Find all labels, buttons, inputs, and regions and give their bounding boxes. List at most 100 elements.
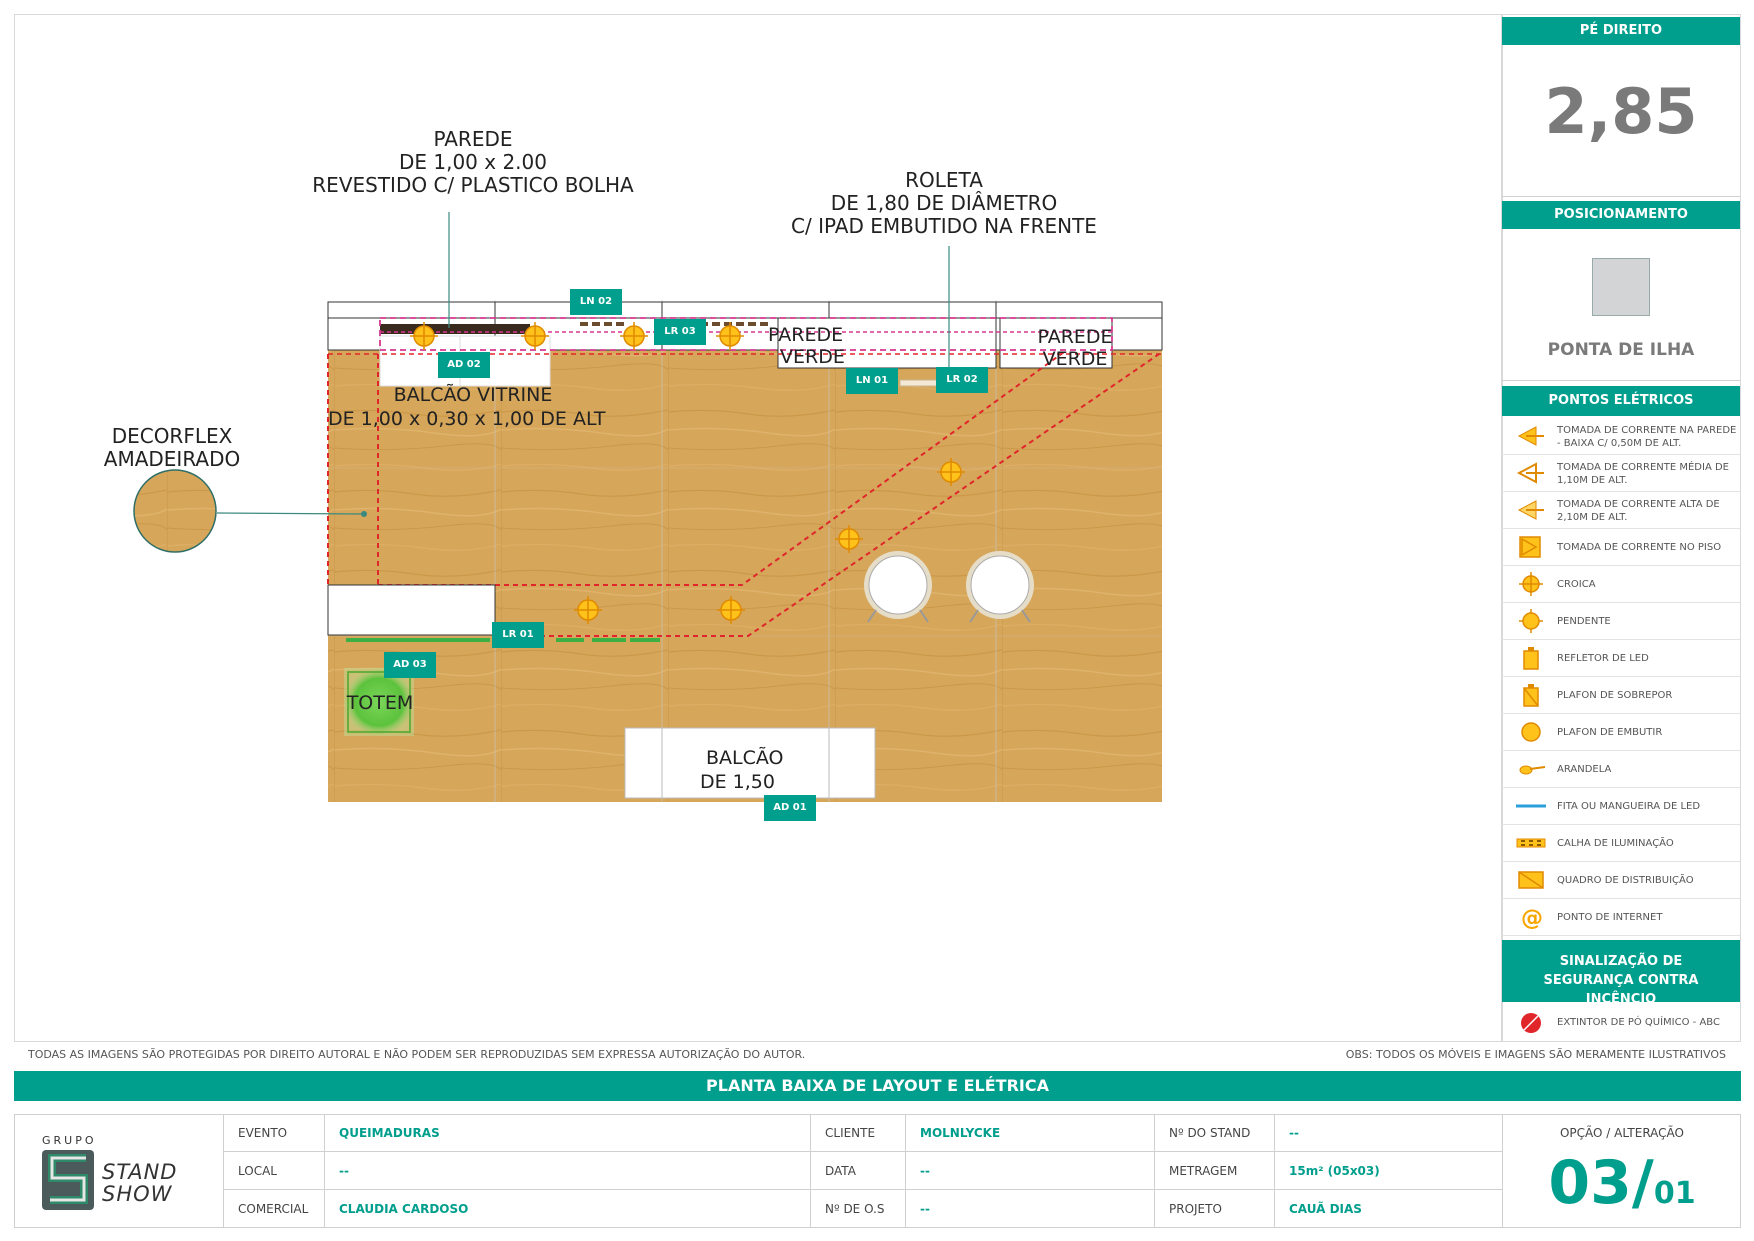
tag-lr02: LR 02	[936, 367, 988, 393]
tag-ln02: LN 02	[570, 289, 622, 315]
stand-label: Nº DO STAND	[1169, 1125, 1251, 1140]
logo-mark-icon	[42, 1150, 94, 1210]
legend-row: QUADRO DE DISTRIBUIÇÃO	[1502, 862, 1740, 899]
decorflex-callout-line-1: DECORFLEX	[111, 424, 233, 448]
legend-label: PENDENTE	[1557, 616, 1611, 627]
local-value: --	[339, 1163, 349, 1178]
legend-label: TOMADA DE CORRENTE NO PISO	[1557, 542, 1722, 553]
parede-verde-1-line-1: PAREDE	[768, 324, 844, 346]
local-label: LOCAL	[238, 1163, 277, 1178]
decorflex-callout-line-2: AMADEIRADO	[103, 447, 241, 471]
copyright-note: TODAS AS IMAGENS SÃO PROTEGIDAS POR DIRE…	[28, 1048, 806, 1061]
legend-row: PLAFON DE SOBREPOR	[1502, 677, 1740, 714]
floor-plan	[133, 212, 1163, 802]
legend-row: CALHA DE ILUMINAÇÃO	[1502, 825, 1740, 862]
totem-label: TOTEM	[346, 692, 414, 714]
roleta-callout-line-2: DE 1,80 DE DIÂMETRO	[830, 191, 1058, 215]
logo-grupo: GRUPO	[42, 1134, 97, 1147]
parede-verde-2-line-2: VERDE	[1042, 348, 1108, 370]
pe-direito-value: 2,85	[1544, 75, 1698, 148]
legend-row: TOMADA DE CORRENTE ALTA DE 2,10M DE ALT.	[1502, 492, 1740, 529]
recessed-plafon-icon	[1521, 722, 1541, 742]
sidebar-divider	[1502, 196, 1740, 197]
cliente-value: MOLNLYCKE	[920, 1125, 1001, 1140]
decorflex-callout: DECORFLEX AMADEIRADO	[72, 425, 272, 471]
page-title: PLANTA BAIXA DE LAYOUT E ELÉTRICA	[14, 1071, 1741, 1101]
legend-label: ARANDELA	[1557, 764, 1612, 775]
tag-ln01: LN 01	[846, 368, 898, 394]
distribution-board-icon	[1518, 871, 1544, 889]
safety-label: EXTINTOR DE PÓ QUÍMICO - ABC	[1557, 1017, 1720, 1028]
led-strip-icon	[1516, 804, 1546, 808]
cliente-label: CLIENTE	[825, 1125, 876, 1140]
balcao-line-2: DE 1,50	[700, 771, 775, 793]
pe-direito-header: PÉ DIREITO	[1502, 17, 1740, 45]
legend-label: TOMADA DE CORRENTE NA PAREDE - BAIXA C/ …	[1557, 424, 1737, 449]
legend-row: TOMADA DE CORRENTE MÉDIA DE 1,10M DE ALT…	[1502, 455, 1740, 492]
legend-row: FITA OU MANGUEIRA DE LED	[1502, 788, 1740, 825]
data-value: --	[920, 1163, 930, 1178]
balcao-vitrine-line-1: BALCÃO VITRINE	[393, 384, 553, 406]
metragem-value: 15m² (05x03)	[1289, 1163, 1380, 1178]
lighting-rail-icon	[1516, 838, 1546, 848]
legend-label: TOMADA DE CORRENTE MÉDIA DE 1,10M DE ALT…	[1557, 461, 1729, 486]
stand-value: --	[1289, 1125, 1299, 1140]
wall-outlet-high-icon	[1517, 500, 1544, 520]
tag-ad02: AD 02	[438, 352, 490, 378]
parede-callout: PAREDE DE 1,00 x 2.00 REVESTIDO C/ PLAST…	[263, 128, 683, 197]
tag-lr03: LR 03	[654, 319, 706, 345]
posicionamento-header: POSICIONAMENTO	[1502, 201, 1740, 229]
legend-row: TOMADA DE CORRENTE NA PAREDE - BAIXA C/ …	[1502, 418, 1740, 455]
balcao-vitrine-line-2: DE 1,00 x 0,30 x 1,00 DE ALT	[328, 408, 606, 430]
parede-verde-label-2: PAREDE VERDE	[1025, 326, 1125, 370]
decorflex-swatch	[133, 469, 217, 553]
tag-lr01: LR 01	[492, 622, 544, 648]
surface-plafon-icon	[1523, 684, 1539, 707]
position-square-icon	[1592, 258, 1650, 316]
roleta-callout: ROLETA DE 1,80 DE DIÂMETRO C/ IPAD EMBUT…	[744, 169, 1144, 238]
legend-label: PLAFON DE SOBREPOR	[1557, 690, 1673, 701]
parede-verde-1-line-2: VERDE	[780, 346, 845, 368]
tag-ad03: AD 03	[384, 652, 436, 678]
roleta-callout-line-1: ROLETA	[905, 168, 983, 192]
legend-row: TOMADA DE CORRENTE NO PISO	[1502, 529, 1740, 566]
wall-outlet-low-icon	[1517, 426, 1544, 446]
balcao-line-1: BALCÃO	[706, 747, 784, 769]
projeto-value: CAUÃ DIAS	[1289, 1201, 1362, 1216]
led-reflector-icon	[1523, 647, 1539, 670]
evento-label: EVENTO	[238, 1125, 288, 1140]
safety-row: EXTINTOR DE PÓ QUÍMICO - ABC	[1502, 1004, 1740, 1041]
legend-label: REFLETOR DE LED	[1557, 653, 1649, 664]
comercial-value: CLAUDIA CARDOSO	[339, 1201, 469, 1216]
fire-extinguisher-icon	[1521, 1013, 1541, 1033]
legend-label: PLAFON DE EMBUTIR	[1557, 727, 1663, 738]
metragem-label: METRAGEM	[1169, 1163, 1238, 1178]
legend-row: PLAFON DE EMBUTIR	[1502, 714, 1740, 751]
wall-outlet-mid-icon	[1516, 462, 1544, 484]
roleta-callout-line-3: C/ IPAD EMBUTIDO NA FRENTE	[791, 214, 1097, 238]
parede-callout-line-1: PAREDE	[433, 127, 513, 151]
evento-value: QUEIMADURAS	[339, 1125, 440, 1140]
floor-outlet-icon	[1519, 536, 1541, 558]
parede-callout-line-3: REVESTIDO C/ PLASTICO BOLHA	[312, 173, 634, 197]
croica-icon	[1519, 572, 1543, 596]
legend-row: REFLETOR DE LED	[1502, 640, 1740, 677]
os-label: Nº DE O.S	[825, 1201, 885, 1216]
legend-label: CALHA DE ILUMINAÇÃO	[1557, 838, 1674, 849]
obs-note: OBS: TODOS OS MÓVEIS E IMAGENS SÃO MERAM…	[1345, 1048, 1726, 1061]
data-label: DATA	[825, 1163, 856, 1178]
legend-label: FITA OU MANGUEIRA DE LED	[1557, 801, 1701, 812]
parede-verde-label-1: PAREDE VERDE	[768, 324, 868, 368]
logo-show: SHOW	[102, 1182, 173, 1206]
legend-row: @ PONTO DE INTERNET	[1502, 899, 1740, 936]
opcao-value-box: 03/01	[1503, 1148, 1741, 1218]
pontos-eletricos-header: PONTOS ELÉTRICOS	[1502, 386, 1740, 416]
sconce-icon	[1519, 765, 1546, 775]
legend-label: PONTO DE INTERNET	[1557, 912, 1663, 923]
svg-text:@: @	[1521, 906, 1543, 930]
posicionamento-value: PONTA DE ILHA	[1547, 340, 1695, 360]
parede-verde-2-line-1: PAREDE	[1037, 326, 1113, 348]
os-value: --	[920, 1201, 930, 1216]
logo-stand: STAND	[102, 1160, 178, 1184]
opcao-value: 03/	[1548, 1148, 1654, 1218]
